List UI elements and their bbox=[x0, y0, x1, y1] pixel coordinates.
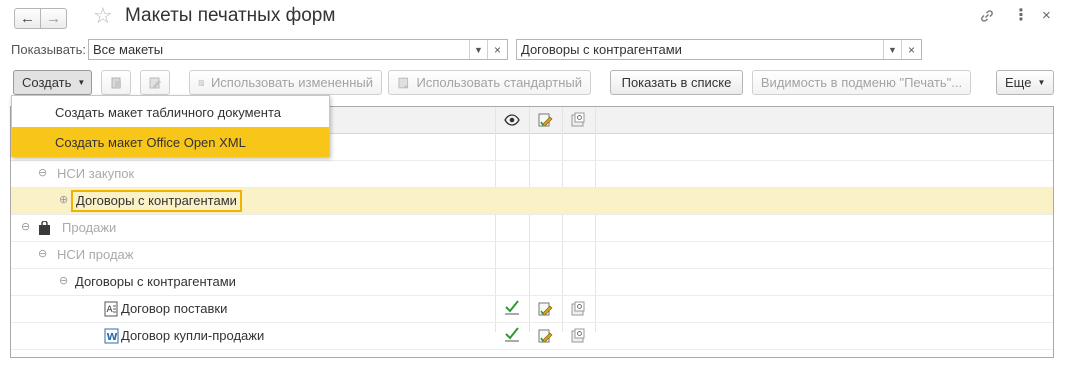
edit-pencil-icon bbox=[149, 77, 161, 88]
use-modified-label: Использовать измененный bbox=[210, 75, 373, 90]
chevron-down-icon: ▼ bbox=[77, 78, 86, 87]
close-icon[interactable]: × bbox=[1042, 8, 1051, 23]
row-label: НСИ закупок bbox=[57, 166, 135, 181]
spreadsheet-template-icon: A bbox=[104, 301, 118, 317]
template-icon[interactable] bbox=[570, 112, 586, 131]
table-row[interactable]: ⊖ НСИ продаж bbox=[11, 242, 1053, 269]
bag-icon bbox=[39, 221, 50, 235]
collapse-icon[interactable]: ⊖ bbox=[38, 247, 47, 260]
edit-button[interactable] bbox=[140, 70, 170, 95]
object-filter-value[interactable]: Договоры с контрагентами bbox=[517, 40, 883, 59]
object-filter-combo[interactable]: Договоры с контрагентами ▼ × bbox=[516, 39, 922, 60]
back-arrow-icon: ← bbox=[20, 10, 35, 27]
chevron-down-icon[interactable]: ▼ bbox=[883, 40, 901, 59]
more-button[interactable]: Еще ▼ bbox=[996, 70, 1054, 95]
eye-icon[interactable] bbox=[504, 113, 520, 130]
clear-icon[interactable]: × bbox=[487, 40, 507, 59]
use-modified-button[interactable]: Использовать измененный bbox=[189, 70, 382, 95]
use-standard-icon bbox=[398, 77, 409, 89]
template-icon[interactable] bbox=[570, 301, 586, 317]
menu-item-create-spreadsheet-template[interactable]: Создать макет табличного документа bbox=[12, 97, 329, 127]
word-document-icon: W bbox=[104, 328, 119, 344]
table-row[interactable]: W Договор купли-продажи bbox=[11, 323, 1053, 350]
svg-text:A: A bbox=[107, 305, 114, 315]
chevron-down-icon: ▼ bbox=[1037, 78, 1046, 87]
show-filter-combo[interactable]: Все макеты ▼ × bbox=[88, 39, 508, 60]
print-visibility-button[interactable]: Видимость в подменю "Печать"... bbox=[752, 70, 971, 95]
forward-arrow-icon: → bbox=[46, 10, 61, 27]
copy-icon bbox=[111, 77, 121, 88]
collapse-icon[interactable]: ⊖ bbox=[59, 274, 68, 287]
row-label: Договор поставки bbox=[121, 301, 228, 316]
edit-pencil-icon[interactable] bbox=[537, 328, 553, 344]
page-title: Макеты печатных форм bbox=[125, 5, 336, 26]
row-label: НСИ продаж bbox=[57, 247, 134, 262]
create-button[interactable]: Создать ▼ bbox=[13, 70, 92, 95]
row-label: Договор купли-продажи bbox=[121, 328, 265, 343]
chevron-down-icon[interactable]: ▼ bbox=[469, 40, 487, 59]
more-button-label: Еще bbox=[1005, 75, 1032, 90]
table-row[interactable]: A Договор поставки bbox=[11, 296, 1053, 323]
forward-button[interactable]: → bbox=[40, 8, 67, 29]
check-icon[interactable] bbox=[504, 326, 520, 342]
table-row[interactable]: ⊖ Договоры с контрагентами bbox=[11, 269, 1053, 296]
collapse-icon[interactable]: ⊖ bbox=[21, 220, 30, 233]
svg-text:W: W bbox=[107, 332, 118, 343]
back-button[interactable]: ← bbox=[14, 8, 41, 29]
favorite-star-icon[interactable]: ☆ bbox=[93, 5, 113, 27]
row-label: Договоры с контрагентами bbox=[75, 274, 236, 289]
copy-button[interactable] bbox=[101, 70, 131, 95]
show-in-list-label: Показать в списке bbox=[621, 75, 732, 90]
menu-item-create-office-open-xml[interactable]: Создать макет Office Open XML bbox=[12, 127, 329, 157]
create-dropdown-menu: Создать макет табличного документа Созда… bbox=[11, 95, 330, 157]
collapse-icon[interactable]: ⊖ bbox=[38, 166, 47, 179]
row-label: Продажи bbox=[62, 220, 117, 235]
edit-pencil-icon[interactable] bbox=[537, 301, 553, 317]
table-row-selected[interactable]: ⊕ Договоры с контрагентами bbox=[11, 188, 1053, 215]
template-icon[interactable] bbox=[570, 328, 586, 344]
create-button-label: Создать bbox=[22, 75, 72, 90]
print-visibility-label: Видимость в подменю "Печать"... bbox=[760, 75, 963, 90]
edit-pencil-icon[interactable] bbox=[537, 112, 553, 131]
link-icon[interactable] bbox=[979, 8, 995, 27]
check-icon[interactable] bbox=[504, 299, 520, 315]
table-row[interactable]: ⊖ Продажи bbox=[11, 215, 1053, 242]
expand-icon[interactable]: ⊕ bbox=[59, 193, 68, 206]
clear-icon[interactable]: × bbox=[901, 40, 921, 59]
more-vertical-icon[interactable]: ⋮ bbox=[1013, 8, 1029, 24]
show-filter-value[interactable]: Все макеты bbox=[89, 40, 469, 59]
show-in-list-button[interactable]: Показать в списке bbox=[610, 70, 743, 95]
use-standard-button[interactable]: Использовать стандартный bbox=[388, 70, 591, 95]
use-modified-icon bbox=[198, 79, 204, 86]
use-standard-label: Использовать стандартный bbox=[416, 75, 583, 90]
show-filter-label: Показывать: bbox=[11, 42, 86, 57]
table-row[interactable]: ⊖ НСИ закупок bbox=[11, 161, 1053, 188]
row-label-focused[interactable]: Договоры с контрагентами bbox=[71, 190, 242, 212]
